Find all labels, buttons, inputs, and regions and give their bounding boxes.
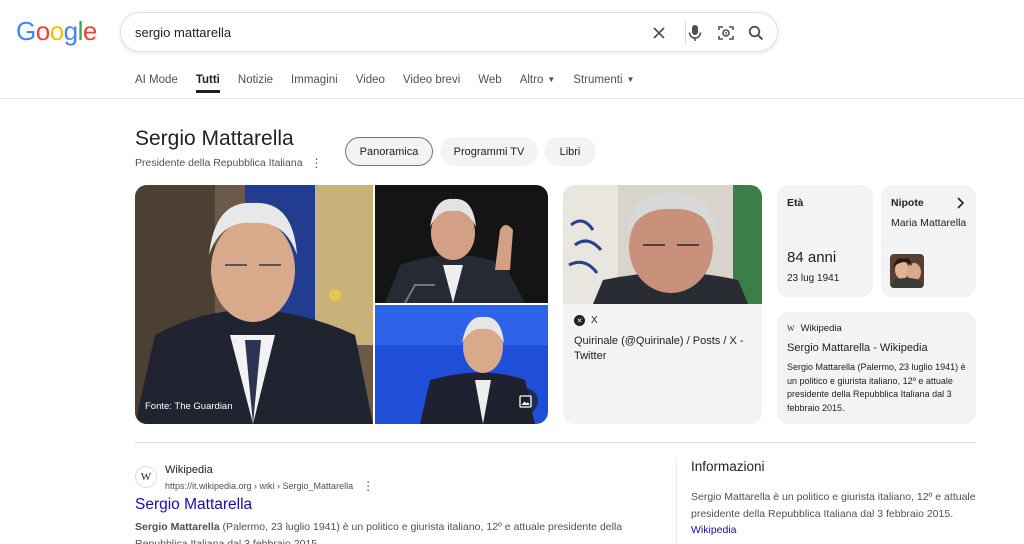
chip-libri[interactable]: Libri [544,137,596,166]
wiki-card-text: Sergio Mattarella (Palermo, 23 luglio 19… [787,362,966,413]
logo-letter: e [82,16,97,46]
entity-subtitle-text: Presidente della Repubblica Italiana [135,157,303,169]
tab-label: Video [355,74,385,86]
caret-down-icon: ▼ [626,75,635,85]
section-divider [135,442,976,443]
wiki-card-source-label: Wikipedia [800,323,842,334]
wikipedia-logo-icon: W [787,324,795,333]
tab-immagini[interactable]: Immagini [291,74,338,93]
tab-tutti[interactable]: Tutti [195,74,220,93]
wikipedia-card[interactable]: W Wikipedia Sergio Mattarella - Wikipedi… [777,312,976,424]
lens-camera-icon[interactable] [715,22,737,44]
info-divider [676,458,677,544]
tab-strumenti[interactable]: Strumenti ▼ [573,74,634,93]
search-icon[interactable] [745,22,767,44]
result-site-name[interactable]: Wikipedia [165,464,213,476]
speech-image[interactable] [375,185,548,303]
tab-video-brevi[interactable]: Video brevi [403,74,460,93]
age-label: Età [787,197,804,209]
microphone-icon[interactable] [684,22,706,44]
tab-label: Tutti [195,74,220,86]
tab-altro[interactable]: Altro ▼ [520,74,556,93]
wikipedia-favicon[interactable]: W [135,466,157,488]
tab-ai-mode[interactable]: AI Mode [135,74,178,93]
x-post-card[interactable]: ✕ X Quirinale (@Quirinale) / Posts / X -… [563,185,762,424]
tab-label: Notizie [237,74,274,86]
info-body: Sergio Mattarella è un politico e giuris… [691,491,976,520]
result-title-link[interactable]: Sergio Mattarella [135,496,252,514]
x-source-label: X [591,315,598,326]
tab-label: Web [478,74,502,86]
info-title: Informazioni [691,459,765,474]
logo-letter: o [35,16,50,46]
nephew-name: Maria Mattarella [891,217,967,229]
birth-date: 23 lug 1941 [787,273,840,284]
result-more-icon[interactable]: ⋮ [362,480,374,492]
x-card-title: Quirinale (@Quirinale) / Posts / X - Twi… [574,335,744,362]
wiki-card-source: W Wikipedia [787,323,842,334]
x-source: ✕ X [574,315,598,326]
image-icon [518,394,532,408]
age-card[interactable]: Età 84 anni 23 lug 1941 [777,185,873,297]
tab-video[interactable]: Video [356,74,385,93]
google-logo[interactable]: Google [16,16,97,47]
header-divider [0,98,1024,99]
more-options-icon[interactable]: ⋮ [311,157,323,169]
result-snippet: Sergio Mattarella (Palermo, 23 luglio 19… [135,519,645,544]
image-gallery-button[interactable] [512,388,538,414]
tab-notizie[interactable]: Notizie [238,74,273,93]
result-url-text: https://it.wikipedia.org › wiki › Sergio… [165,481,354,491]
clear-icon[interactable] [648,22,670,44]
chip-programmi-tv[interactable]: Programmi TV [440,137,538,166]
tab-label: Altro [519,74,544,86]
blue-background-image[interactable] [375,305,548,424]
tab-web[interactable]: Web [478,74,501,93]
tab-label: AI Mode [135,74,178,86]
search-input[interactable] [135,13,635,51]
caret-down-icon: ▼ [547,75,556,85]
image-source-caption: Fonte: The Guardian [145,401,233,412]
tab-label: Strumenti [573,74,623,86]
chip-panoramica[interactable]: Panoramica [345,137,433,166]
search-box[interactable] [120,12,778,52]
chevron-right-icon[interactable] [956,197,966,209]
main-portrait-image[interactable]: Fonte: The Guardian [135,185,373,424]
age-value: 84 anni [787,249,837,266]
entity-title: Sergio Mattarella [135,127,294,150]
result-url[interactable]: https://it.wikipedia.org › wiki › Sergio… [165,480,374,492]
entity-subtitle: Presidente della Repubblica Italiana ⋮ [135,157,323,169]
x-post-image [563,185,762,304]
tab-label: Immagini [291,74,338,86]
nephew-label: Nipote [891,197,924,209]
tab-label: Video brevi [402,74,461,86]
result-snippet-bold: Sergio Mattarella [135,521,220,533]
logo-letter: g [63,16,78,46]
nephew-avatar [890,254,924,288]
nephew-card[interactable]: Nipote Maria Mattarella [881,185,976,297]
info-wikipedia-link[interactable]: Wikipedia [691,524,737,536]
search-tabs: AI Mode Tutti Notizie Immagini Video Video br… [135,74,652,93]
info-text: Sergio Mattarella è un politico e giuris… [691,489,981,539]
x-logo-icon: ✕ [574,315,585,326]
wiki-card-title: Sergio Mattarella - Wikipedia [787,342,928,354]
logo-letter: G [16,16,36,46]
logo-letter: o [49,16,64,46]
